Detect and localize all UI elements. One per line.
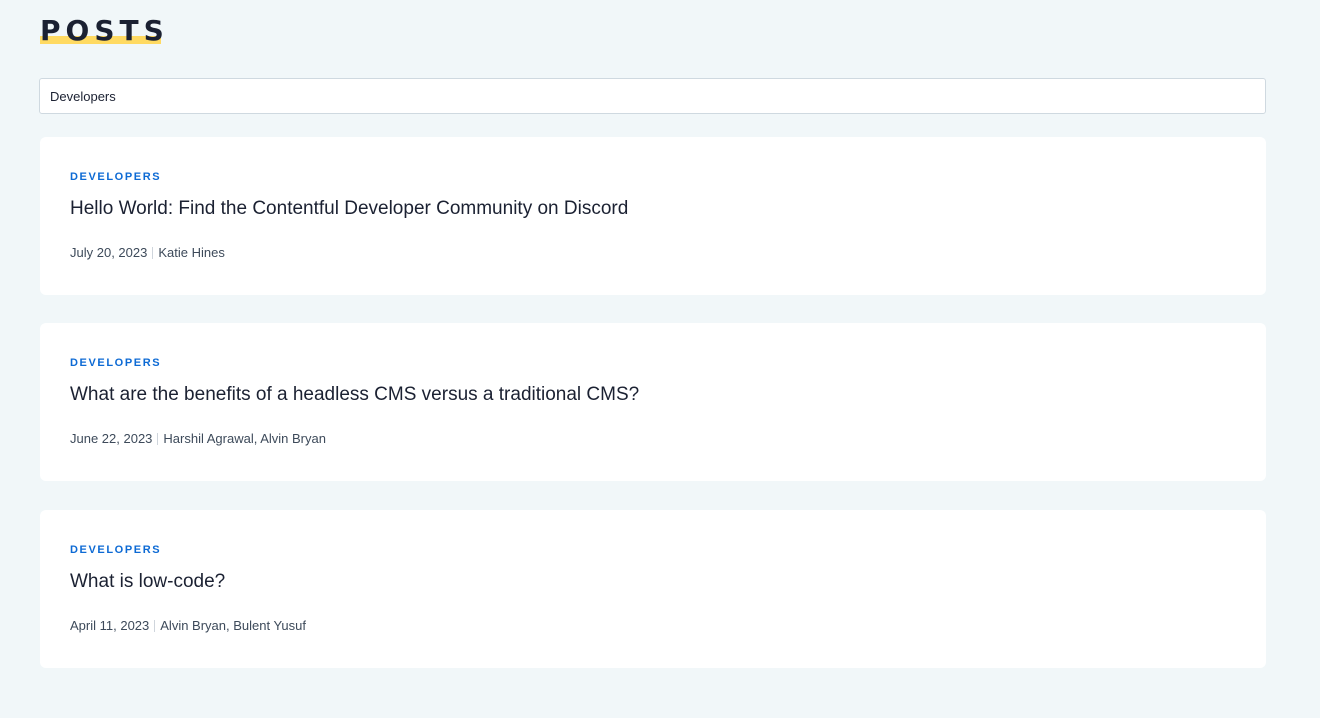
meta-divider bbox=[154, 620, 156, 632]
post-meta: June 22, 2023 Harshil Agrawal, Alvin Bry… bbox=[70, 431, 326, 447]
post-card[interactable]: DEVELOPERS Hello World: Find the Content… bbox=[40, 137, 1266, 295]
post-authors: Katie Hines bbox=[158, 245, 225, 260]
post-title[interactable]: What is low-code? bbox=[70, 570, 225, 594]
post-date: July 20, 2023 bbox=[70, 245, 148, 260]
search-input[interactable] bbox=[39, 78, 1266, 114]
post-meta: April 11, 2023 Alvin Bryan, Bulent Yusuf bbox=[70, 618, 306, 634]
post-card[interactable]: DEVELOPERS What is low-code? April 11, 2… bbox=[40, 510, 1266, 668]
post-category[interactable]: DEVELOPERS bbox=[70, 544, 161, 556]
meta-divider bbox=[152, 247, 154, 259]
page-header: POSTS bbox=[40, 14, 169, 48]
post-authors: Alvin Bryan, Bulent Yusuf bbox=[160, 618, 307, 633]
post-title[interactable]: What are the benefits of a headless CMS … bbox=[70, 383, 639, 407]
post-category[interactable]: DEVELOPERS bbox=[70, 171, 161, 183]
post-date: June 22, 2023 bbox=[70, 431, 153, 446]
post-card[interactable]: DEVELOPERS What are the benefits of a he… bbox=[40, 323, 1266, 481]
post-category[interactable]: DEVELOPERS bbox=[70, 357, 161, 369]
post-title[interactable]: Hello World: Find the Contentful Develop… bbox=[70, 197, 628, 221]
post-meta: July 20, 2023 Katie Hines bbox=[70, 245, 225, 261]
page-title: POSTS bbox=[40, 14, 169, 47]
meta-divider bbox=[157, 433, 159, 445]
post-date: April 11, 2023 bbox=[70, 618, 150, 633]
post-authors: Harshil Agrawal, Alvin Bryan bbox=[163, 431, 326, 446]
